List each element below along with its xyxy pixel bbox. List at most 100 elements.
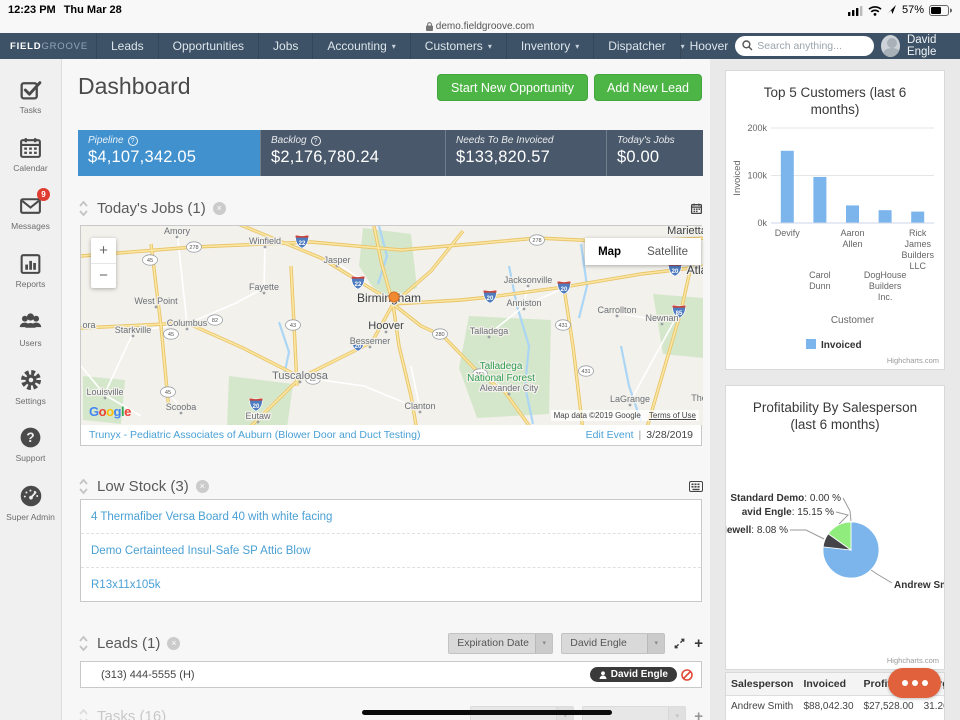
svg-text:278: 278 (532, 238, 541, 244)
tasks-icon (18, 77, 43, 102)
search-input[interactable] (757, 36, 889, 56)
help-icon[interactable]: ? (311, 136, 321, 146)
legend-label[interactable]: Invoiced (821, 340, 862, 351)
nav-item-leads[interactable]: Leads (96, 33, 158, 59)
close-icon[interactable]: × (196, 480, 209, 493)
map-label-winfield: Winfield (249, 236, 281, 246)
map-label-marietta: Marietta (667, 226, 703, 237)
pie-label-andrew-smi: Andrew Smi (894, 580, 944, 591)
sidebar-item-label: Reports (16, 279, 46, 289)
assignee-pill[interactable]: David Engle (590, 667, 677, 682)
branch-name: Hoover (690, 39, 729, 53)
terms-link[interactable]: Terms of Use (649, 411, 696, 420)
dashboard-main: Dashboard Start New OpportunityAdd New L… (62, 59, 710, 720)
nav-item-customers[interactable]: Customers▾ (410, 33, 506, 59)
map-type-control: MapSatellite (585, 238, 701, 265)
nav-item-label: Accounting (327, 39, 386, 53)
assistive-touch-button[interactable] (888, 668, 941, 698)
sidebar-item-superadmin[interactable]: Super Admin (0, 473, 61, 531)
sidebar-item-calendar[interactable]: Calendar (0, 125, 61, 183)
filter-select-david-engle[interactable]: David Engle▾ (561, 633, 665, 654)
pie-callout-line (871, 570, 892, 583)
collapse-chevrons-icon[interactable] (78, 478, 89, 495)
browser-address-bar[interactable]: demo.fieldgroove.com (0, 20, 960, 33)
google-logo[interactable]: Google (89, 404, 131, 419)
map-satellite-button[interactable]: Satellite (634, 238, 701, 265)
inventory-list-icon[interactable] (689, 481, 703, 492)
map-town-dot (257, 421, 260, 424)
sidebar-item-users[interactable]: Users (0, 299, 61, 357)
close-icon[interactable]: × (213, 202, 226, 215)
calendar-small-icon[interactable] (690, 202, 703, 215)
stat-value: $0.00 (617, 148, 693, 167)
low-stock-item-link[interactable]: R13x11x105k (81, 568, 701, 602)
table-row[interactable]: Andrew Smith$88,042.30$27,528.0031.26670… (726, 696, 945, 718)
branch-selector[interactable]: ▾ Hoover (681, 39, 729, 53)
remove-assignee-icon[interactable] (681, 669, 693, 681)
map-map-button[interactable]: Map (585, 238, 634, 265)
map-label-talladega: Talladega (470, 326, 509, 336)
collapse-chevrons-icon[interactable] (78, 708, 89, 720)
nav-item-opportunities[interactable]: Opportunities (158, 33, 258, 59)
chevron-down-icon: ▾ (647, 634, 664, 653)
nav-item-label: Jobs (273, 39, 298, 53)
edit-event-link[interactable]: Edit Event (586, 429, 634, 441)
help-icon[interactable]: ? (128, 136, 138, 146)
zoom-out-button[interactable]: − (91, 264, 116, 289)
sidebar-item-messages[interactable]: 9Messages (0, 183, 61, 241)
legend-swatch[interactable] (806, 339, 816, 349)
nav-item-dispatcher[interactable]: Dispatcher (593, 33, 680, 59)
add-lead-icon[interactable]: + (694, 636, 703, 651)
collapse-chevrons-icon[interactable] (78, 200, 89, 217)
zoom-in-button[interactable]: + (91, 238, 116, 264)
x-tick-label: James (904, 239, 931, 249)
sidebar-item-label: Super Admin (6, 512, 55, 522)
highcharts-credit[interactable]: Highcharts.com (887, 656, 939, 665)
map-label-ora: ora (82, 320, 95, 330)
ipad-screen: 12:23 PM Thu Mar 28 57% demo.fieldgroove… (0, 0, 960, 720)
home-indicator[interactable] (362, 710, 612, 715)
start-new-opportunity-button[interactable]: Start New Opportunity (437, 74, 588, 101)
profitability-card: Profitability By Salesperson(last 6 mont… (725, 385, 945, 670)
x-tick-label: DogHouse (864, 270, 907, 280)
column-header-invoiced[interactable]: Invoiced (798, 673, 858, 696)
nav-item-accounting[interactable]: Accounting▾ (312, 33, 409, 59)
user-name[interactable]: David Engle (907, 34, 960, 58)
nav-item-inventory[interactable]: Inventory▾ (506, 33, 593, 59)
stat-tile-backlog: Backlog?$2,176,780.24 (260, 130, 445, 176)
sidebar-item-label: Settings (15, 396, 46, 406)
map-label-anniston: Anniston (506, 298, 541, 308)
jobs-map[interactable]: 2782784545458282432802804314312222202020… (80, 225, 702, 425)
stat-tile-today-s-jobs: Today's Jobs$0.00 (606, 130, 703, 176)
job-map-marker[interactable] (389, 292, 399, 302)
x-tick-label: Aaron (840, 228, 864, 238)
sidebar-item-support[interactable]: ? Support (0, 415, 61, 473)
add-new-lead-button[interactable]: Add New Lead (594, 74, 702, 101)
low-stock-item-link[interactable]: 4 Thermafiber Versa Board 40 with white … (81, 500, 701, 534)
column-header-salesperson[interactable]: Salesperson (726, 673, 798, 696)
svg-text:?: ? (26, 430, 34, 445)
map-label-columbus: Columbus (167, 318, 208, 328)
sidebar-item-reports[interactable]: Reports (0, 241, 61, 299)
filter-select-expiration-date[interactable]: Expiration Date▾ (448, 633, 553, 654)
top-navbar: FIELDGROOVE LeadsOpportunities Jobs Accoun… (0, 33, 960, 59)
avatar[interactable] (881, 35, 900, 57)
nav-item-jobs[interactable]: Jobs (258, 33, 312, 59)
expand-icon[interactable] (673, 637, 686, 650)
sidebar-item-tasks[interactable]: Tasks (0, 67, 61, 125)
x-tick-label: Inc. (878, 292, 893, 302)
highcharts-credit[interactable]: Highcharts.com (887, 356, 939, 365)
sidebar-item-label: Support (16, 453, 46, 463)
low-stock-item-link[interactable]: Demo Certainteed Insul-Safe SP Attic Blo… (81, 534, 701, 568)
lead-row[interactable]: (313) 444-5555 (H) David Engle (80, 661, 702, 688)
table-cell: $27,528.00 (859, 696, 919, 718)
close-icon[interactable]: × (167, 637, 180, 650)
fieldgroove-logo[interactable]: FIELDGROOVE (0, 33, 96, 59)
person-icon (599, 671, 607, 679)
collapse-chevrons-icon[interactable] (78, 635, 89, 652)
sidebar-item-settings[interactable]: Settings (0, 357, 61, 415)
add-task-icon[interactable]: + (694, 709, 703, 720)
svg-text:45: 45 (168, 332, 174, 338)
job-event-link[interactable]: Trunyx - Pediatric Associates of Auburn … (89, 429, 420, 441)
top-customers-card: Top 5 Customers (last 6months) 0k100k200… (725, 70, 945, 370)
